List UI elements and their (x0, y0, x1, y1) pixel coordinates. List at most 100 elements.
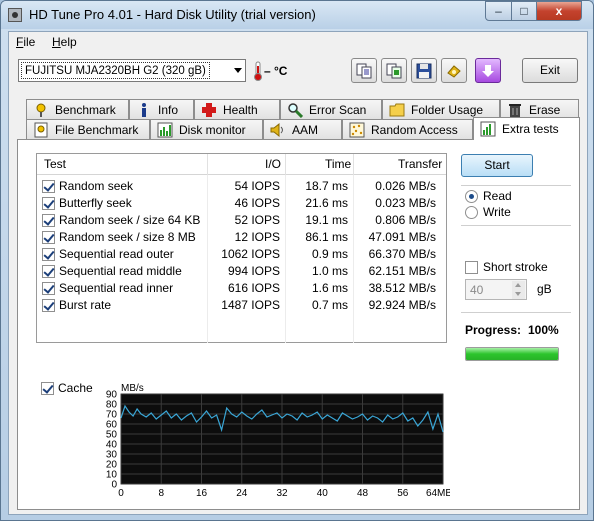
row-checkbox[interactable] (42, 265, 55, 278)
time-value: 1.0 ms (311, 264, 348, 278)
row-checkbox[interactable] (42, 248, 55, 261)
table-row[interactable]: Burst rate 1487 IOPS 0.7 ms 92.924 MB/s (37, 297, 446, 314)
tab-aam-label: AAM (292, 122, 319, 137)
app-window: HD Tune Pro 4.01 - Hard Disk Utility (tr… (0, 0, 594, 521)
table-row[interactable]: Random seek 54 IOPS 18.7 ms 0.026 MB/s (37, 178, 446, 195)
stepper-down-icon[interactable] (512, 290, 525, 299)
col-transfer-header[interactable]: Transfer (398, 154, 442, 175)
close-button[interactable]: x (536, 1, 582, 21)
time-value: 18.7 ms (305, 179, 348, 193)
y-tick-label: 40 (106, 440, 118, 451)
transfer-value: 0.026 MB/s (375, 179, 436, 193)
row-checkbox[interactable] (42, 299, 55, 312)
x-tick-label: 8 (158, 488, 164, 498)
copy-text-button[interactable] (351, 58, 377, 83)
copy-screenshot-icon (386, 63, 402, 79)
test-name: Sequential read middle (59, 264, 182, 278)
tab-aam[interactable]: AAM (263, 119, 342, 139)
transfer-rate-chart: 01020304050607080900 8 16 24 32 40 48 56 64MBMB/… (106, 383, 450, 498)
window-title: HD Tune Pro 4.01 - Hard Disk Utility (tr… (29, 7, 316, 22)
magnifier-icon (287, 102, 304, 118)
row-checkbox[interactable] (42, 197, 55, 210)
maximize-button[interactable]: □ (511, 1, 537, 21)
drive-select[interactable]: FUJITSU MJA2320BH G2 (320 gB) (18, 59, 246, 82)
y-tick-label: 30 (106, 450, 118, 461)
download-arrow-icon (482, 65, 494, 77)
x-tick-label: 48 (357, 488, 369, 498)
test-name: Random seek / size 8 MB (59, 230, 196, 244)
tab-disk-monitor[interactable]: Disk monitor (150, 119, 263, 139)
write-label: Write (483, 205, 511, 219)
io-value: 1062 IOPS (221, 247, 280, 261)
options-button[interactable] (441, 58, 467, 83)
client-area: File Help FUJITSU MJA2320BH G2 (320 gB) … (8, 31, 588, 515)
time-value: 86.1 ms (305, 230, 348, 244)
temperature-readout: – °C (264, 64, 288, 78)
tab-info[interactable]: Info (129, 99, 194, 119)
short-stroke-checkbox[interactable] (465, 261, 478, 274)
transfer-value: 0.023 MB/s (375, 196, 436, 210)
short-stroke-label: Short stroke (483, 260, 548, 274)
menu-help[interactable]: Help (52, 35, 77, 49)
table-row[interactable]: Butterfly seek 46 IOPS 21.6 ms 0.023 MB/… (37, 195, 446, 212)
menu-file[interactable]: File (16, 35, 35, 49)
download-button[interactable] (475, 58, 501, 83)
tab-file-benchmark[interactable]: File Benchmark (26, 119, 150, 139)
results-table[interactable]: Test I/O Time Transfer Random seek 54 IO… (36, 153, 447, 343)
copy-screenshot-button[interactable] (381, 58, 407, 83)
col-test-header[interactable]: Test (44, 154, 66, 175)
io-value: 52 IOPS (234, 213, 280, 227)
disk-monitor-icon (157, 122, 173, 138)
col-io-header[interactable]: I/O (265, 154, 281, 175)
read-label: Read (483, 189, 512, 203)
tab-health[interactable]: Health (194, 99, 280, 119)
x-tick-label: 64MB (426, 488, 450, 498)
read-radio[interactable] (465, 190, 478, 203)
start-button[interactable]: Start (461, 154, 533, 177)
x-tick-label: 24 (236, 488, 248, 498)
tab-random-access[interactable]: Random Access (342, 119, 473, 139)
row-checkbox[interactable] (42, 214, 55, 227)
tab-erase[interactable]: Erase (500, 99, 579, 119)
row-checkbox[interactable] (42, 231, 55, 244)
io-value: 46 IOPS (234, 196, 280, 210)
tab-folder-usage[interactable]: Folder Usage (382, 99, 500, 119)
hdd-app-icon (8, 8, 22, 22)
time-value: 0.7 ms (311, 298, 348, 312)
tab-extra-tests[interactable]: Extra tests (473, 117, 580, 140)
tab-benchmark-label: Benchmark (55, 102, 116, 117)
row-checkbox[interactable] (42, 180, 55, 193)
random-access-icon (349, 122, 365, 138)
extra-tests-panel: Test I/O Time Transfer Random seek 54 IO… (17, 139, 580, 510)
x-tick-label: 40 (317, 488, 329, 498)
results-header: Test I/O Time Transfer (37, 154, 446, 175)
short-stroke-stepper[interactable]: 40 (465, 279, 527, 300)
io-value: 54 IOPS (234, 179, 280, 193)
write-radio[interactable] (465, 206, 478, 219)
divider (461, 312, 571, 313)
table-row[interactable]: Random seek / size 64 KB 52 IOPS 19.1 ms… (37, 212, 446, 229)
y-tick-label: 20 (106, 460, 118, 471)
table-row[interactable]: Random seek / size 8 MB 12 IOPS 86.1 ms … (37, 229, 446, 246)
io-value: 616 IOPS (227, 281, 280, 295)
tab-file-benchmark-label: File Benchmark (55, 122, 139, 137)
col-time-header[interactable]: Time (325, 154, 351, 175)
row-checkbox[interactable] (42, 282, 55, 295)
table-row[interactable]: Sequential read middle 994 IOPS 1.0 ms 6… (37, 263, 446, 280)
tab-error-scan[interactable]: Error Scan (280, 99, 382, 119)
y-tick-label: 0 (111, 480, 117, 491)
trash-icon (507, 102, 523, 118)
speaker-icon (270, 122, 286, 138)
tab-benchmark[interactable]: Benchmark (26, 99, 129, 119)
exit-button[interactable]: Exit (522, 58, 578, 83)
stepper-up-icon[interactable] (512, 281, 525, 290)
menu-bar: File Help (9, 32, 587, 52)
cache-checkbox[interactable] (41, 382, 54, 395)
table-row[interactable]: Sequential read inner 616 IOPS 1.6 ms 38… (37, 280, 446, 297)
transfer-value: 0.806 MB/s (375, 213, 436, 227)
save-button[interactable] (411, 58, 437, 83)
table-row[interactable]: Sequential read outer 1062 IOPS 0.9 ms 6… (37, 246, 446, 263)
minimize-button[interactable]: – (485, 1, 512, 21)
benchmark-icon (33, 102, 49, 118)
io-value: 1487 IOPS (221, 298, 280, 312)
